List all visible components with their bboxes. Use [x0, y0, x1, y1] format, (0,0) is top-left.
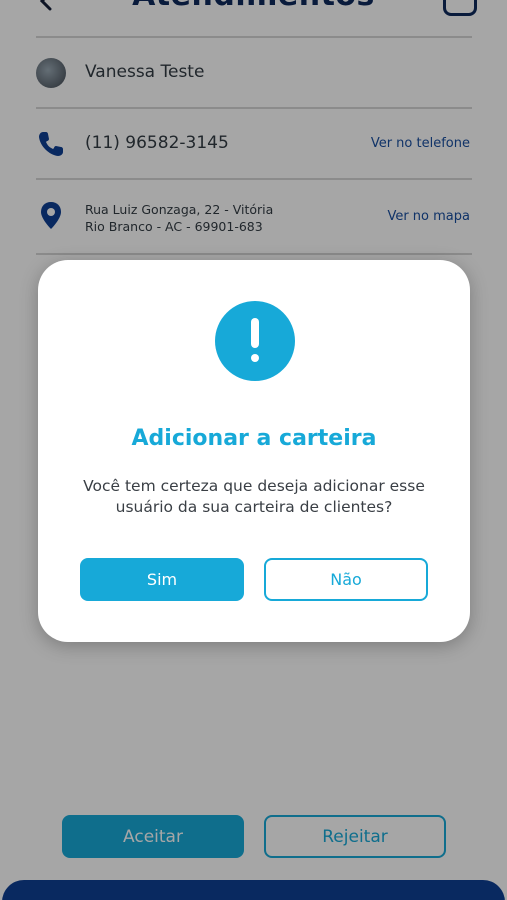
- yes-button[interactable]: Sim: [80, 558, 244, 601]
- dialog-message: Você tem certeza que deseja adicionar es…: [83, 477, 425, 516]
- dialog-title: Adicionar a carteira: [131, 426, 377, 451]
- confirm-dialog: Adicionar a carteira Você tem certeza qu…: [38, 260, 470, 642]
- exclamation-icon: [215, 301, 295, 381]
- no-button[interactable]: Não: [264, 558, 428, 601]
